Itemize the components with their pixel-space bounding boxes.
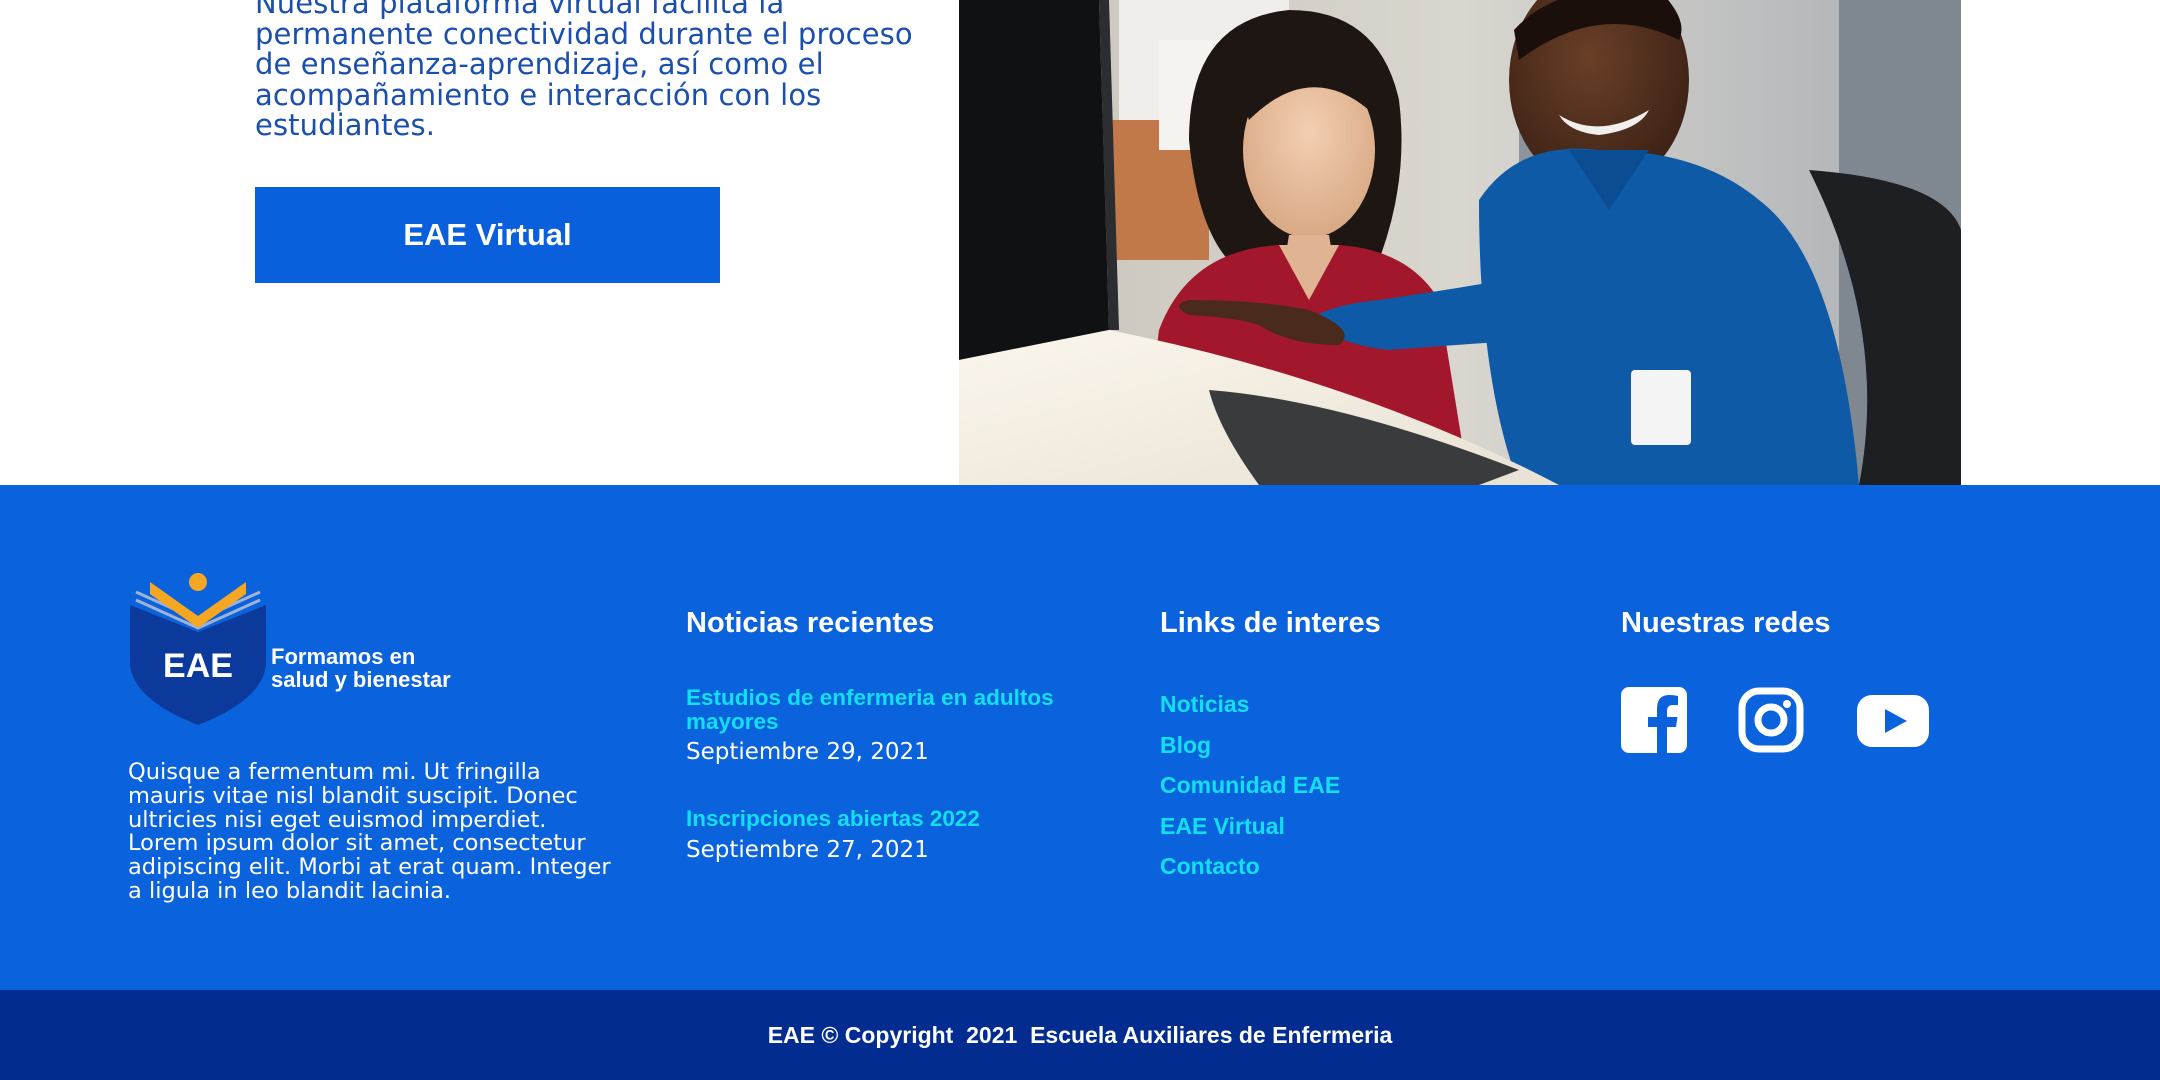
link-blog[interactable]: Blog	[1160, 732, 1211, 758]
about-text: Quisque a fermentum mi. Ut fringilla mau…	[128, 759, 611, 904]
news-item: Inscripciones abiertas 2022 Septiembre 2…	[686, 807, 1116, 863]
social-heading: Nuestras redes	[1621, 607, 1831, 639]
links-list-item: Blog	[1160, 732, 1340, 773]
links-list-item: Noticias	[1160, 691, 1340, 732]
instagram-icon[interactable]	[1738, 685, 1808, 755]
news-date: Septiembre 27, 2021	[686, 836, 929, 863]
link-contacto[interactable]: Contacto	[1160, 853, 1260, 879]
eae-logo[interactable]: EAE	[128, 570, 268, 725]
tagline-line-2: salud y bienestar	[271, 667, 451, 692]
virtual-platform-section: Nuestra plataforma virtual facilita la p…	[0, 0, 2160, 485]
eae-virtual-button[interactable]: EAE Virtual	[255, 187, 720, 283]
links-list: Noticias Blog Comunidad EAE EAE Virtual …	[1160, 691, 1340, 894]
facebook-icon[interactable]	[1621, 685, 1691, 755]
links-heading: Links de interes	[1160, 607, 1381, 639]
news-link[interactable]: Estudios de enfermeria en adultos mayore…	[686, 686, 1116, 733]
link-noticias[interactable]: Noticias	[1160, 691, 1249, 717]
news-item: Estudios de enfermeria en adultos mayore…	[686, 686, 1116, 765]
links-list-item: Contacto	[1160, 853, 1340, 894]
link-comunidad-eae[interactable]: Comunidad EAE	[1160, 772, 1340, 798]
intro-paragraph: Nuestra plataforma virtual facilita la p…	[255, 0, 913, 142]
logo-text: EAE	[163, 647, 233, 685]
tagline-line-1: Formamos en	[271, 644, 416, 669]
links-list-item: EAE Virtual	[1160, 813, 1340, 854]
news-heading: Noticias recientes	[686, 607, 935, 639]
news-date: Septiembre 29, 2021	[686, 739, 929, 765]
copyright-bar: EAE © Copyright 2021 Escuela Auxiliares …	[0, 990, 2160, 1080]
links-list-item: Comunidad EAE	[1160, 772, 1340, 813]
site-footer: EAE Formamos en salud y bienestar Quisqu…	[0, 485, 2160, 990]
nurses-photo	[959, 0, 1961, 485]
news-link[interactable]: Inscripciones abiertas 2022	[686, 807, 1116, 831]
tagline: Formamos en salud y bienestar	[271, 645, 451, 691]
copyright-text: EAE © Copyright 2021 Escuela Auxiliares …	[767, 1021, 1393, 1048]
link-eae-virtual[interactable]: EAE Virtual	[1160, 813, 1285, 839]
youtube-icon[interactable]	[1856, 685, 1930, 755]
